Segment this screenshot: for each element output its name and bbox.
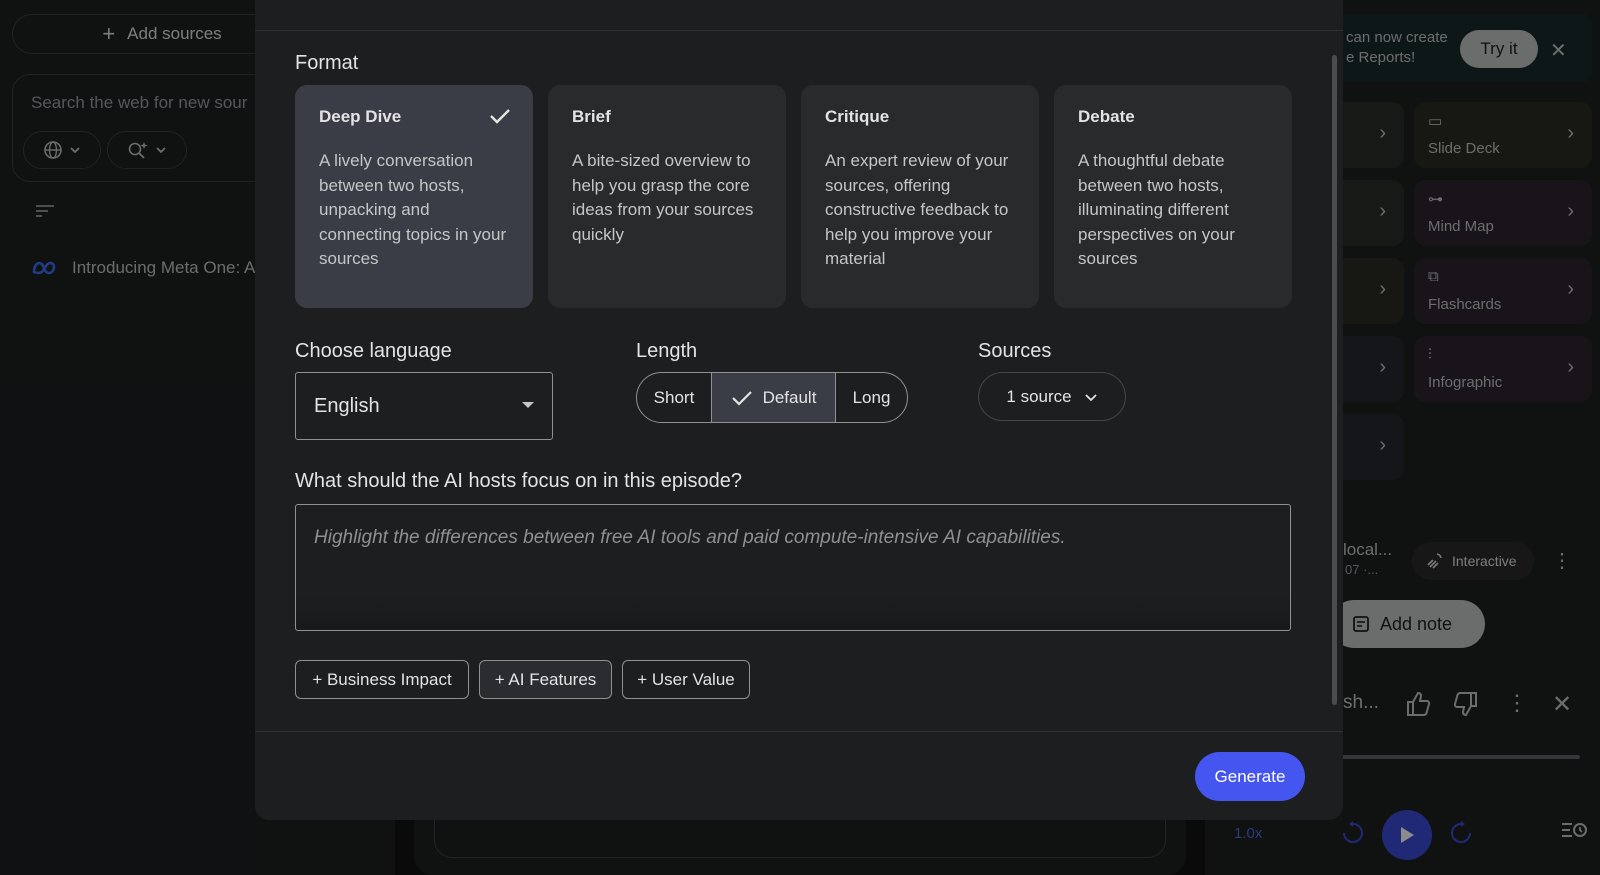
format-description: A bite-sized overview to help you grasp … xyxy=(572,151,754,244)
check-icon xyxy=(490,109,510,124)
focus-textarea[interactable]: Highlight the differences between free A… xyxy=(295,504,1291,631)
app-window: + Add sources Search the web for new sou… xyxy=(0,0,1600,875)
format-card-critique[interactable]: Critique An expert review of your source… xyxy=(801,85,1039,308)
divider xyxy=(255,731,1343,732)
format-card-debate[interactable]: Debate A thoughtful debate between two h… xyxy=(1054,85,1292,308)
divider xyxy=(255,30,1343,31)
suggestion-chip-user-value[interactable]: + User Value xyxy=(622,660,750,699)
suggestion-chip-business-impact[interactable]: + Business Impact xyxy=(295,660,469,699)
customize-audio-dialog: Format Deep Dive A lively conversation b… xyxy=(255,0,1343,820)
format-title: Debate xyxy=(1078,107,1135,126)
format-title: Deep Dive xyxy=(319,107,402,126)
format-heading: Format xyxy=(295,52,359,74)
focus-question-label: What should the AI hosts focus on in thi… xyxy=(295,470,742,492)
format-description: A lively conversation between two hosts,… xyxy=(319,151,507,268)
language-select[interactable]: English xyxy=(295,372,553,440)
sources-dropdown[interactable]: 1 source xyxy=(978,372,1126,421)
length-short-button[interactable]: Short xyxy=(637,373,712,422)
language-heading: Choose language xyxy=(295,340,452,362)
language-value: English xyxy=(314,394,380,417)
dropdown-arrow-icon xyxy=(522,402,534,408)
length-default-label: Default xyxy=(762,387,817,407)
format-title: Critique xyxy=(825,107,890,126)
format-description: An expert review of your sources, offeri… xyxy=(825,151,1009,268)
check-icon xyxy=(731,390,752,406)
generate-button[interactable]: Generate xyxy=(1195,752,1305,801)
length-default-button[interactable]: Default xyxy=(712,373,836,422)
length-heading: Length xyxy=(636,340,698,362)
format-title: Brief xyxy=(572,107,611,126)
length-segmented-control: Short Default Long xyxy=(636,372,908,423)
dialog-scrollbar[interactable] xyxy=(1332,55,1337,705)
sources-heading: Sources xyxy=(978,340,1052,362)
format-card-brief[interactable]: Brief A bite-sized overview to help you … xyxy=(548,85,786,308)
length-long-label: Long xyxy=(852,387,891,407)
format-description: A thoughtful debate between two hosts, i… xyxy=(1078,151,1235,268)
length-long-button[interactable]: Long xyxy=(836,373,907,422)
format-card-deep-dive[interactable]: Deep Dive A lively conversation between … xyxy=(295,85,533,308)
chevron-down-icon xyxy=(1084,393,1097,401)
sources-value: 1 source xyxy=(1006,386,1072,406)
suggestion-chip-ai-features[interactable]: + AI Features xyxy=(479,660,612,699)
length-short-label: Short xyxy=(653,387,695,407)
focus-placeholder: Highlight the differences between free A… xyxy=(314,527,1066,548)
